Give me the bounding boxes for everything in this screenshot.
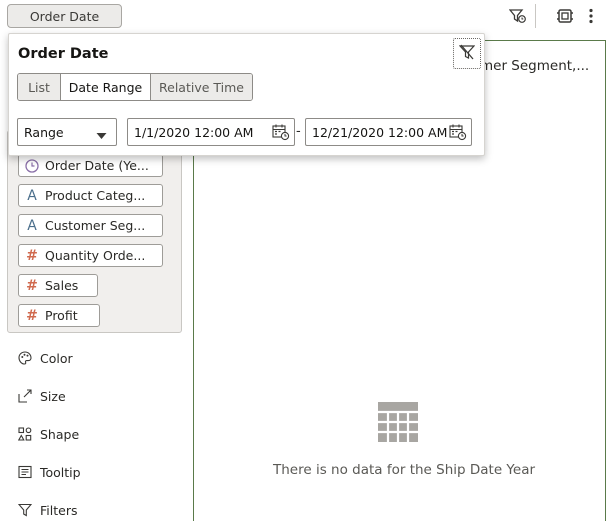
canvas-title: mer Segment,... (480, 58, 590, 74)
grammar-size[interactable]: Size (18, 385, 66, 407)
text-attribute-icon: A (27, 217, 37, 234)
number-icon: # (26, 277, 38, 294)
end-date-value: 12/21/2020 12:00 AM (312, 124, 448, 140)
filter-mode-tabs: List Date Range Relative Time (17, 73, 253, 101)
grammar-label: Filters (40, 502, 78, 518)
data-element-label: Profit (45, 308, 78, 323)
data-element-quantity-ordered[interactable]: # Quantity Orde... (18, 244, 163, 267)
clock-icon (19, 158, 45, 173)
tab-label: List (28, 79, 50, 95)
grammar-shape[interactable]: Shape (18, 423, 79, 445)
tab-label: Date Range (68, 79, 143, 95)
number-icon: # (26, 307, 38, 324)
filter-pill-label: Order Date (29, 8, 100, 24)
data-element-label: Product Categ... (45, 188, 146, 203)
data-element-label: Quantity Orde... (45, 248, 146, 263)
data-element-profit[interactable]: # Profit (18, 304, 100, 327)
data-element-label: Sales (45, 278, 79, 293)
resize-icon (18, 389, 40, 403)
start-date-value: 1/1/2020 12:00 AM (134, 124, 254, 140)
table-grid-icon (378, 402, 418, 446)
data-element-label: Order Date (Ye... (45, 158, 149, 173)
popup-title: Order Date (18, 46, 109, 62)
more-vertical-icon[interactable] (581, 6, 601, 26)
tooltip-icon (18, 465, 40, 479)
grammar-label: Size (40, 388, 66, 404)
start-date-input[interactable]: 1/1/2020 12:00 AM (127, 118, 295, 146)
filter-icon (18, 503, 40, 517)
tab-label: Relative Time (159, 79, 244, 95)
text-attribute-icon: A (27, 187, 37, 204)
clear-filter-button[interactable] (453, 38, 481, 69)
data-element-order-date-year[interactable]: Order Date (Ye... (18, 154, 163, 177)
tab-relative-time[interactable]: Relative Time (151, 74, 252, 100)
palette-icon (18, 351, 40, 365)
calendar-clock-icon[interactable] (449, 124, 467, 144)
date-range-separator: - (296, 124, 301, 139)
no-data-message: There is no data for the Ship Date Year (273, 462, 536, 478)
grammar-tooltip[interactable]: Tooltip (18, 461, 81, 483)
range-type-select[interactable]: Range (17, 118, 117, 146)
data-element-sales[interactable]: # Sales (18, 274, 98, 297)
tab-date-range[interactable]: Date Range (61, 74, 151, 100)
chevron-down-icon (96, 128, 107, 143)
data-element-label: Customer Seg... (45, 218, 146, 233)
calendar-clock-icon[interactable] (272, 124, 290, 144)
toolbar-divider (535, 4, 536, 28)
range-type-value: Range (24, 124, 64, 140)
shape-icon (18, 427, 40, 441)
grammar-label: Color (40, 350, 73, 366)
order-date-filter-pill[interactable]: Order Date (7, 4, 122, 28)
grammar-filters[interactable]: Filters (18, 499, 77, 521)
grammar-label: Tooltip (40, 464, 81, 480)
data-element-product-category[interactable]: A Product Categ... (18, 184, 163, 207)
number-icon: # (26, 247, 38, 264)
grammar-color[interactable]: Color (18, 347, 73, 369)
tab-list[interactable]: List (18, 74, 61, 100)
date-filter-popup: Order Date List Date Range Relative Time… (8, 33, 485, 156)
data-element-customer-segment[interactable]: A Customer Seg... (18, 214, 163, 237)
clear-filter-icon (458, 44, 476, 64)
end-date-input[interactable]: 12/21/2020 12:00 AM (305, 118, 472, 146)
grammar-label: Shape (40, 426, 80, 442)
filter-clock-icon[interactable] (508, 6, 528, 26)
settings-icon[interactable] (555, 6, 575, 26)
